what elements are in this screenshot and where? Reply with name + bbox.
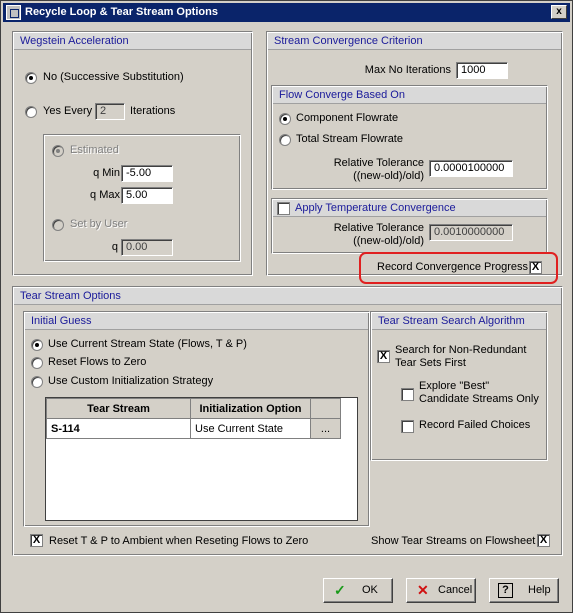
wegstein-no-label: No (Successive Substitution) (43, 71, 184, 83)
temp-rel-tol-sub: ((new-old)/old) (353, 235, 424, 247)
record-failed-checkbox[interactable] (401, 420, 414, 433)
wegstein-yes-radio[interactable] (25, 106, 37, 118)
use-current-state-label: Use Current Stream State (Flows, T & P) (48, 338, 247, 350)
tear-stream-header: Tear Stream Options (14, 288, 561, 305)
set-by-user-radio[interactable] (52, 219, 64, 231)
title-bar: Recycle Loop & Tear Stream Options x (3, 3, 570, 22)
estimated-label: Estimated (70, 144, 119, 156)
search-algorithm-header: Tear Stream Search Algorithm (372, 313, 546, 330)
explore-best-label-2: Candidate Streams Only (419, 393, 539, 405)
init-option-cell[interactable]: Use Current State (190, 418, 311, 439)
qmax-label: q Max (90, 189, 120, 201)
help-icon: ? (498, 583, 513, 598)
ok-label: OK (362, 584, 378, 596)
reset-tp-checkbox[interactable]: X (30, 534, 43, 547)
custom-init-label: Use Custom Initialization Strategy (48, 375, 214, 387)
flow-converge-group: Flow Converge Based On Component Flowrat… (271, 85, 548, 190)
close-button[interactable]: x (551, 5, 567, 19)
temp-rel-tol-input[interactable]: 0.0010000000 (429, 224, 513, 241)
help-label: Help (528, 584, 551, 596)
wegstein-q-panel: Estimated q Min -5.00 q Max 5.00 Set by … (43, 134, 241, 262)
non-redundant-checkbox[interactable]: X (377, 350, 390, 363)
wegstein-iterations-label: Iterations (130, 105, 176, 117)
cancel-button[interactable]: ✕ Cancel (406, 578, 476, 603)
temp-rel-tol-label: Relative Tolerance (333, 222, 424, 234)
estimated-radio[interactable] (52, 145, 64, 157)
extra-column-header (310, 398, 341, 419)
check-icon: ✓ (334, 582, 346, 598)
stream-convergence-group: Stream Convergence Criterion Max No Iter… (266, 31, 563, 276)
show-tear-checkbox[interactable]: X (537, 534, 550, 547)
temp-converge-header: Apply Temperature Convergence (273, 200, 546, 217)
use-current-state-radio[interactable] (31, 339, 43, 351)
tear-stream-table: Tear Stream Initialization Option S-114 … (46, 398, 341, 439)
q-input[interactable]: 0.00 (121, 239, 173, 256)
window-icon (6, 5, 21, 20)
flow-rel-tol-input[interactable]: 0.0000100000 (429, 160, 513, 177)
wegstein-yes-label: Yes Every (43, 105, 93, 117)
search-algorithm-group: Tear Stream Search Algorithm X Search fo… (370, 311, 548, 461)
non-redundant-label-1: Search for Non-Redundant (395, 344, 527, 356)
max-iterations-input[interactable]: 1000 (456, 62, 508, 79)
component-flowrate-label: Component Flowrate (296, 112, 399, 124)
initial-guess-header: Initial Guess (25, 313, 368, 330)
init-option-column-header: Initialization Option (190, 398, 311, 419)
cancel-icon: ✕ (417, 582, 429, 598)
wegstein-group: Wegstein Acceleration No (Successive Sub… (12, 31, 253, 276)
flow-converge-header: Flow Converge Based On (273, 87, 546, 104)
tear-stream-cell[interactable]: S-114 (46, 418, 191, 439)
highlight-annotation (359, 252, 558, 284)
window-title: Recycle Loop & Tear Stream Options (25, 6, 218, 18)
explore-best-checkbox[interactable] (401, 388, 414, 401)
tear-stream-group: Tear Stream Options Initial Guess Use Cu… (12, 286, 563, 556)
wegstein-every-input[interactable]: 2 (95, 103, 125, 120)
temp-converge-label: Apply Temperature Convergence (295, 202, 456, 214)
q-label: q (111, 241, 118, 253)
max-iterations-label: Max No Iterations (364, 64, 451, 76)
record-failed-label: Record Failed Choices (419, 419, 531, 431)
total-flowrate-label: Total Stream Flowrate (296, 133, 403, 145)
custom-init-radio[interactable] (31, 376, 43, 388)
reset-flows-radio[interactable] (31, 357, 43, 369)
total-flowrate-radio[interactable] (279, 134, 291, 146)
tear-stream-column-header: Tear Stream (46, 398, 191, 419)
wegstein-no-radio[interactable] (25, 72, 37, 84)
stream-convergence-header: Stream Convergence Criterion (268, 33, 561, 50)
explore-best-label-1: Explore "Best" (419, 380, 490, 392)
qmax-input[interactable]: 5.00 (121, 187, 173, 204)
help-button[interactable]: ? Help (489, 578, 559, 603)
qmin-label: q Min (93, 167, 120, 179)
show-tear-label: Show Tear Streams on Flowsheet (371, 535, 536, 547)
table-header-row: Tear Stream Initialization Option (46, 398, 341, 419)
flow-rel-tol-sub: ((new-old)/old) (353, 170, 424, 182)
reset-flows-label: Reset Flows to Zero (48, 356, 147, 368)
qmin-input[interactable]: -5.00 (121, 165, 173, 182)
table-row[interactable]: S-114 Use Current State ... (46, 418, 341, 439)
wegstein-header: Wegstein Acceleration (14, 33, 251, 50)
ok-button[interactable]: ✓ OK (323, 578, 393, 603)
set-by-user-label: Set by User (70, 218, 128, 230)
ellipsis-cell[interactable]: ... (310, 418, 341, 439)
ellipsis-button[interactable]: ... (321, 423, 330, 435)
temp-converge-checkbox[interactable] (277, 202, 290, 215)
flow-rel-tol-label: Relative Tolerance (333, 157, 424, 169)
non-redundant-label-2: Tear Sets First (395, 357, 466, 369)
dialog-window: Recycle Loop & Tear Stream Options x Weg… (0, 0, 573, 613)
component-flowrate-radio[interactable] (279, 113, 291, 125)
cancel-label: Cancel (438, 584, 473, 596)
temp-converge-group: Apply Temperature Convergence Relative T… (271, 198, 548, 254)
initial-guess-group: Initial Guess Use Current Stream State (… (23, 311, 370, 527)
reset-tp-label: Reset T & P to Ambient when Reseting Flo… (49, 535, 309, 547)
